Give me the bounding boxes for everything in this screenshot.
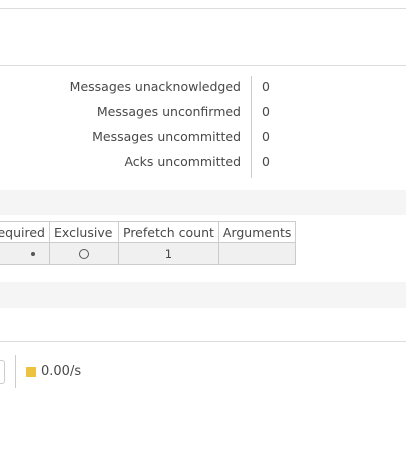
stats-separator bbox=[251, 76, 252, 178]
legend-swatch-icon bbox=[26, 367, 36, 377]
cell-arguments bbox=[217, 242, 297, 265]
chart-range-button[interactable] bbox=[0, 360, 5, 384]
stat-value-unacknowledged: 0 bbox=[262, 79, 270, 94]
section-divider bbox=[0, 65, 406, 66]
cell-exclusive bbox=[49, 242, 119, 265]
stat-label-uncommitted: Messages uncommitted bbox=[92, 129, 241, 144]
stat-label-unacknowledged: Messages unacknowledged bbox=[69, 79, 241, 94]
rate-value: 0.00/s bbox=[41, 364, 82, 379]
column-header-exclusive[interactable]: Exclusive bbox=[49, 221, 119, 243]
column-header-arguments[interactable]: Arguments bbox=[217, 221, 297, 243]
section-header-band[interactable] bbox=[0, 190, 406, 215]
stat-value-unconfirmed: 0 bbox=[262, 104, 270, 119]
cell-prefetch-count: 1 bbox=[118, 242, 219, 265]
stat-value-uncommitted: 0 bbox=[262, 129, 270, 144]
section-header-band-2[interactable] bbox=[0, 282, 406, 308]
column-header-prefetch-count[interactable]: Prefetch count bbox=[118, 221, 219, 243]
top-divider bbox=[0, 8, 406, 9]
exclusive-empty-circle-icon bbox=[79, 249, 89, 259]
stat-label-unconfirmed: Messages unconfirmed bbox=[96, 104, 241, 119]
stat-value-acks-uncommitted: 0 bbox=[262, 154, 270, 169]
rate-separator bbox=[15, 355, 16, 388]
stat-label-acks-uncommitted: Acks uncommitted bbox=[124, 154, 241, 169]
lower-divider bbox=[0, 341, 406, 342]
consumers-table: equired Exclusive Prefetch count Argumen… bbox=[0, 221, 297, 265]
table-row: 1 bbox=[0, 242, 297, 265]
cell-required bbox=[0, 242, 50, 265]
table-header-row: equired Exclusive Prefetch count Argumen… bbox=[0, 221, 297, 243]
ack-required-dot-icon bbox=[31, 252, 35, 256]
column-header-required[interactable]: equired bbox=[0, 221, 50, 243]
